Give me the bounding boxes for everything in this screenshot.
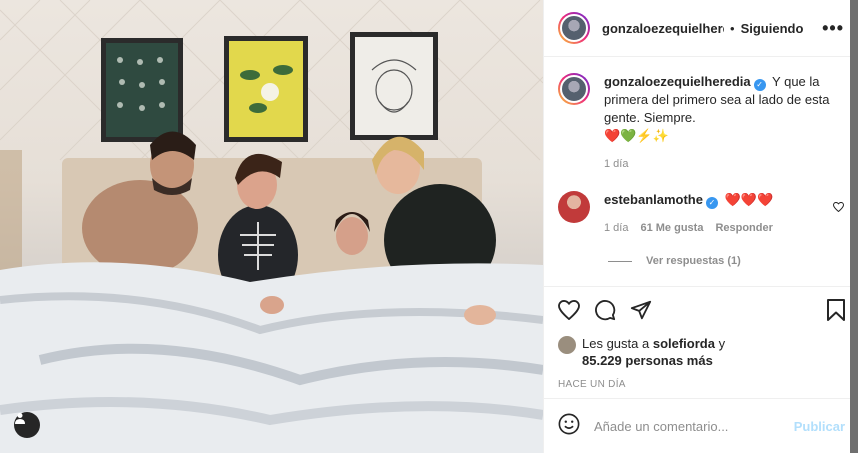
post-timestamp[interactable]: HACE UN DÍA [558, 379, 845, 390]
author-avatar[interactable] [558, 12, 590, 44]
comment-age[interactable]: 1 día [604, 219, 628, 237]
backdrop-edge [850, 0, 858, 453]
liker-avatar[interactable] [558, 336, 576, 354]
commenter-username[interactable]: estebanlamothe [604, 192, 703, 207]
comment-input[interactable] [594, 418, 774, 434]
verified-icon: ✓ [753, 79, 766, 91]
likes-count[interactable]: 85.229 personas más [582, 353, 713, 368]
replies-divider [608, 260, 632, 262]
user-tag-icon[interactable] [14, 412, 40, 438]
post-modal: gonzaloezequielhere • Siguiendo ••• gonz… [0, 0, 858, 453]
comment-icon[interactable] [594, 299, 616, 326]
family-photo-illustration [0, 0, 543, 453]
comment-text: ❤️❤️❤️ [724, 192, 774, 207]
caption-age[interactable]: 1 día [604, 155, 628, 173]
comment-likes[interactable]: 61 Me gusta [640, 219, 703, 237]
verified-icon: ✓ [705, 197, 718, 209]
view-replies-label: Ver respuestas (1) [646, 255, 741, 267]
share-icon[interactable] [630, 299, 652, 326]
comment-heart-icon[interactable] [832, 191, 845, 237]
separator-dot: • [730, 20, 735, 36]
post-side-panel: gonzaloezequielhere • Siguiendo ••• gonz… [543, 0, 858, 453]
commenter-avatar[interactable] [558, 191, 590, 223]
likes-prefix: Les gusta a [582, 336, 650, 351]
view-replies-button[interactable]: Ver respuestas (1) [608, 255, 844, 267]
post-actions: Les gusta a solefiorda y 85.229 personas… [544, 286, 858, 390]
caption: gonzaloezequielheredia ✓ Y que la primera… [558, 73, 844, 173]
reply-button[interactable]: Responder [715, 219, 772, 237]
bookmark-icon[interactable] [827, 298, 845, 326]
likes-joiner: y [718, 336, 726, 351]
likes-summary: Les gusta a solefiorda y 85.229 personas… [558, 335, 845, 369]
emoji-icon[interactable] [558, 413, 580, 440]
post-comment-button[interactable]: Publicar [794, 419, 845, 434]
post-photo[interactable] [0, 0, 543, 453]
caption-avatar[interactable] [558, 73, 590, 105]
author-username[interactable]: gonzaloezequielhere [602, 21, 724, 36]
caption-emoji: ❤️💚⚡✨ [604, 128, 669, 143]
comments-list: gonzaloezequielheredia ✓ Y que la primera… [544, 57, 858, 285]
heart-icon[interactable] [558, 299, 580, 325]
more-options-icon[interactable]: ••• [822, 18, 844, 39]
following-button[interactable]: Siguiendo [741, 21, 804, 36]
liker-username[interactable]: solefiorda [653, 336, 715, 351]
comment-item: estebanlamothe ✓ ❤️❤️❤️ 1 día 61 Me gusta… [558, 191, 845, 237]
comment-composer: Publicar [544, 398, 858, 453]
post-header: gonzaloezequielhere • Siguiendo ••• [544, 0, 858, 57]
caption-username[interactable]: gonzaloezequielheredia [604, 74, 751, 89]
